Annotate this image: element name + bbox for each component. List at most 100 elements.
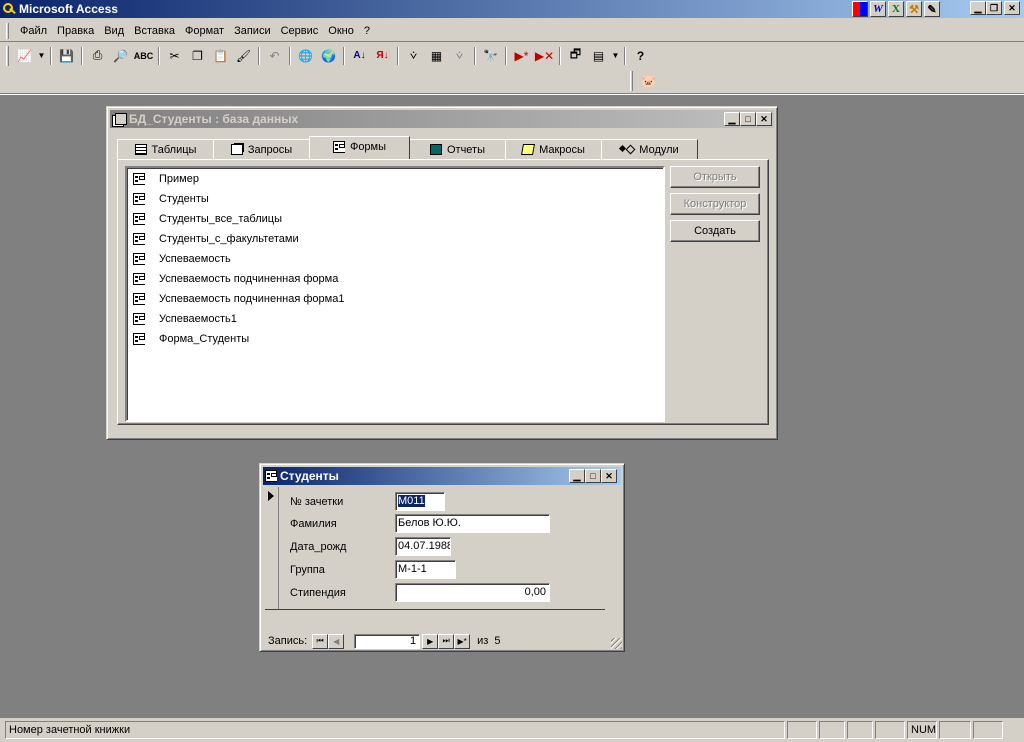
tab-tables[interactable]: Таблицы [117, 139, 214, 159]
tab-forms[interactable]: Формы [309, 136, 410, 159]
paste-icon[interactable]: 📋 [209, 45, 232, 67]
list-item[interactable]: Пример [133, 171, 199, 187]
form-maximize-icon[interactable]: □ [585, 469, 601, 483]
filter-by-selection-icon[interactable]: ⩒ [402, 45, 425, 67]
list-item[interactable]: Студенты_все_таблицы [133, 211, 282, 227]
previous-record-icon[interactable]: ◀ [328, 633, 345, 649]
new-record-icon[interactable]: ▶* [510, 45, 533, 67]
office-assistant-icon[interactable]: 🐷 [637, 70, 660, 92]
stipend-field[interactable]: 0,00 [395, 583, 550, 602]
open-button[interactable]: Открыть [670, 166, 760, 188]
filter-by-form-icon[interactable]: ▦ [425, 45, 448, 67]
insert-hyperlink-icon[interactable]: 🌐 [294, 45, 317, 67]
form-icon [133, 293, 145, 305]
menu-format[interactable]: Формат [180, 23, 229, 39]
next-record-icon[interactable]: ▶ [422, 633, 439, 649]
birthdate-field[interactable]: 04.07.1988 [395, 537, 451, 556]
help-icon[interactable]: ? [629, 45, 652, 67]
record-selector[interactable] [265, 487, 279, 609]
delete-record-icon[interactable]: ▶✕ [533, 45, 556, 67]
menu-insert[interactable]: Вставка [129, 23, 180, 39]
word-icon[interactable]: W [870, 1, 886, 17]
view-dropdown-icon[interactable]: ▼ [36, 45, 47, 67]
tab-reports[interactable]: Отчеты [409, 139, 506, 159]
surname-field[interactable]: Белов Ю.Ю. [395, 514, 550, 533]
record-total: 5 [494, 635, 501, 647]
sort-ascending-icon[interactable]: A↓ [348, 45, 371, 67]
list-item[interactable]: Успеваемость [133, 251, 231, 267]
status-pane-3 [847, 721, 873, 739]
excel-icon[interactable]: X [888, 1, 904, 17]
form-close-icon[interactable]: ✕ [601, 469, 617, 483]
menu-window[interactable]: Окно [323, 23, 359, 39]
last-record-icon[interactable]: ⏭ [438, 633, 455, 649]
menu-file[interactable]: Файл [15, 23, 52, 39]
database-window-icon[interactable]: 🗗 [564, 45, 587, 67]
record-of-label: из [477, 635, 489, 647]
restore-icon[interactable]: ❐ [986, 1, 1002, 15]
status-num: NUM [907, 721, 937, 739]
db-minimize-icon[interactable]: ▁ [724, 112, 740, 126]
apply-filter-icon[interactable]: ⩒ [448, 45, 471, 67]
create-button[interactable]: Создать [670, 220, 760, 242]
menu-records[interactable]: Записи [229, 23, 276, 39]
binder-icon[interactable]: ✎ [924, 1, 940, 17]
standard-toolbar: 📈 ▼ 💾 ⎙ 🔎 ABC ✂ ❐ 📋 🖌 ↶ 🌐 🌍 A↓ Я↓ ⩒ ▦ ⩒ … [0, 43, 1024, 68]
list-item[interactable]: Успеваемость1 [133, 311, 237, 327]
group-field[interactable]: М-1-1 [395, 560, 456, 579]
database-window: БД_Студенты : база данных ▁ □ ✕ Таблицы … [106, 106, 778, 440]
menu-bar: Файл Правка Вид Вставка Формат Записи Се… [0, 20, 1024, 42]
list-item[interactable]: Студенты [133, 191, 209, 207]
menu-edit[interactable]: Правка [52, 23, 99, 39]
status-pane-4 [875, 721, 905, 739]
find-icon[interactable]: 🔭 [479, 45, 502, 67]
copy-icon[interactable]: ❐ [186, 45, 209, 67]
resize-grip-icon[interactable] [611, 638, 622, 649]
tab-macros[interactable]: Макросы [505, 139, 602, 159]
tab-modules[interactable]: Модули [601, 139, 698, 159]
web-toolbar-icon[interactable]: 🌍 [317, 45, 340, 67]
list-item[interactable]: Форма_Студенты [133, 331, 249, 347]
db-maximize-icon[interactable]: □ [740, 112, 756, 126]
print-icon[interactable]: ⎙ [86, 45, 109, 67]
new-record-nav-icon[interactable]: ▶* [454, 633, 471, 649]
minimize-icon[interactable]: ▁ [970, 1, 986, 15]
spelling-icon[interactable]: ABC [132, 45, 155, 67]
object-tabs: Таблицы Запросы Формы Отчеты Макросы Мод… [117, 136, 698, 159]
cut-icon[interactable]: ✂ [163, 45, 186, 67]
list-item[interactable]: Студенты_с_факультетами [133, 231, 299, 247]
office-assistant-toolbar: 🐷 [630, 68, 660, 93]
design-button[interactable]: Конструктор [670, 193, 760, 215]
menu-help[interactable]: ? [359, 23, 375, 39]
new-object-icon[interactable]: ▤ [587, 45, 610, 67]
menu-grip[interactable] [6, 22, 9, 39]
menu-view[interactable]: Вид [99, 23, 129, 39]
toolbar-grip[interactable] [6, 45, 9, 66]
tab-queries[interactable]: Запросы [213, 139, 310, 159]
close-icon[interactable]: ✕ [1004, 1, 1020, 15]
db-close-icon[interactable]: ✕ [756, 112, 772, 126]
form-minimize-icon[interactable]: ▁ [569, 469, 585, 483]
access-icon[interactable]: ⚒ [906, 1, 922, 17]
form-window-title-bar[interactable]: Студенты ▁ □ ✕ [263, 467, 621, 485]
forms-list[interactable]: Пример Студенты Студенты_все_таблицы Сту… [125, 166, 665, 422]
sort-descending-icon[interactable]: Я↓ [371, 45, 394, 67]
menu-tools[interactable]: Сервис [276, 23, 324, 39]
form-icon [133, 313, 145, 325]
list-item[interactable]: Успеваемость подчиненная форма1 [133, 291, 344, 307]
view-icon[interactable]: 📈 [13, 45, 36, 67]
database-window-title-bar[interactable]: БД_Студенты : база данных ▁ □ ✕ [110, 110, 774, 128]
format-painter-icon[interactable]: 🖌 [232, 45, 255, 67]
current-record-input[interactable]: 1 [354, 633, 421, 649]
new-object-dropdown-icon[interactable]: ▼ [610, 45, 621, 67]
save-icon[interactable]: 💾 [55, 45, 78, 67]
office-quad-icon[interactable] [852, 1, 868, 17]
undo-icon[interactable]: ↶ [263, 45, 286, 67]
list-item[interactable]: Успеваемость подчиненная форма [133, 271, 338, 287]
record-book-field[interactable]: М011 [395, 492, 445, 511]
form-icon [133, 233, 145, 245]
status-pane-2 [819, 721, 845, 739]
first-record-icon[interactable]: ⏮ [312, 633, 329, 649]
print-preview-icon[interactable]: 🔎 [109, 45, 132, 67]
toolbar2-grip[interactable] [630, 70, 633, 91]
